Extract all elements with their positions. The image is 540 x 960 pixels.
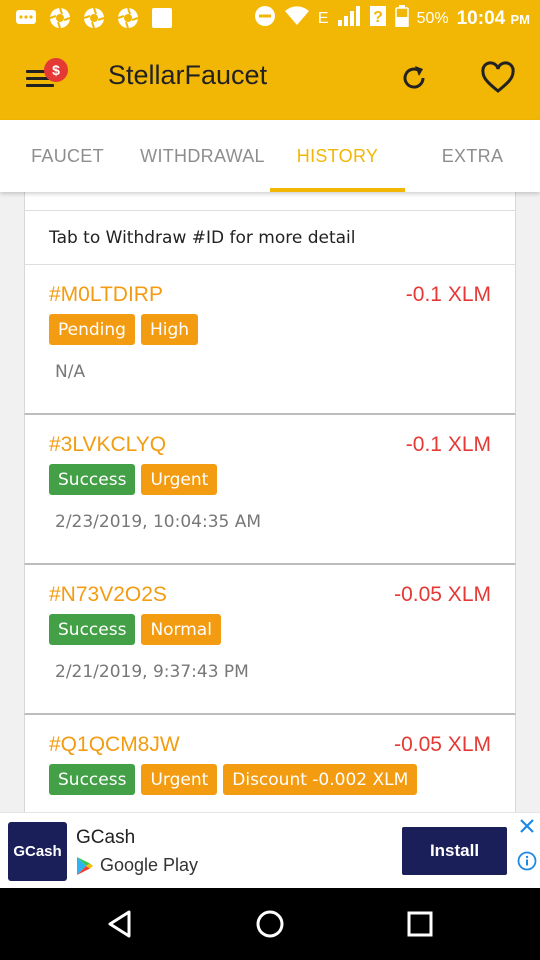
withdraw-date: N/A [55,362,86,382]
history-item[interactable]: #M0LTDIRP -0.1 XLM Pending High N/A [24,265,516,415]
tab-withdrawal[interactable]: WITHDRAWAL [135,120,270,192]
ad-store-name: Google Play [100,855,199,875]
heart-icon [481,61,515,93]
withdraw-id: #M0LTDIRP [49,283,163,306]
history-item[interactable]: #N73V2O2S -0.05 XLM Success Normal 2/21/… [24,565,516,715]
info-icon [517,851,537,871]
home-icon [256,910,284,938]
recents-icon [407,911,433,937]
shutter-notification-icon [82,6,106,30]
withdraw-id: #N73V2O2S [49,583,167,606]
priority-badge: Normal [141,614,221,645]
app-bar: $ StellarFaucet [0,36,540,120]
withdraw-amount: -0.05 XLM [394,583,491,606]
tab-history[interactable]: HISTORY [270,120,405,192]
tab-extra[interactable]: EXTRA [405,120,540,192]
status-badge: Success [49,764,136,795]
back-button[interactable] [102,906,138,942]
clock-time: 10:04 [456,7,506,29]
status-badge: Success [49,614,136,645]
home-button[interactable] [252,906,288,942]
withdraw-date: 2/21/2019, 9:37:43 PM [55,662,249,682]
withdraw-id: #Q1QCM8JW [49,733,180,756]
history-info-text: Tab to Withdraw #ID for more detail [49,228,356,248]
status-badge: Pending [49,314,135,345]
withdraw-amount: -0.1 XLM [405,283,491,306]
signal-icon [337,6,361,31]
network-type: E [317,9,329,27]
list-header-spacer [24,192,516,211]
favorite-button[interactable] [480,60,516,96]
close-icon [520,819,534,833]
tab-indicator [270,188,405,192]
shutter-notification-icon [116,6,140,30]
clock-ampm: PM [510,11,531,27]
ad-app-logo: GCash [8,822,67,881]
history-info-row: Tab to Withdraw #ID for more detail [24,211,516,265]
ad-close-button[interactable] [518,817,536,835]
google-play-icon [77,856,93,875]
priority-badge: High [140,314,199,345]
battery-icon [394,5,409,32]
wifi-icon [284,6,310,31]
clock: 10:04 PM [457,8,530,30]
history-item[interactable]: #Q1QCM8JW -0.05 XLM Success Urgent Disco… [24,715,516,812]
back-icon [108,910,131,938]
app-title: StellarFaucet [108,60,268,90]
tab-bar: FAUCET WITHDRAWAL HISTORY EXTRA [0,120,540,192]
withdraw-amount: -0.05 XLM [394,733,491,756]
blank-notification-icon [150,6,174,30]
withdraw-amount: -0.1 XLM [405,433,491,456]
ad-app-name: GCash [76,827,136,848]
install-button[interactable]: Install [402,827,507,875]
system-nav-bar [0,888,540,960]
discount-badge: Discount -0.002 XLM [223,764,418,795]
ad-banner[interactable]: GCash GCash Google Play Install [0,812,540,888]
status-bar: E ? 50% 10:04 PM [0,0,540,36]
ad-store-label: Google Play [76,855,198,876]
history-list[interactable]: Tab to Withdraw #ID for more detail #M0L… [0,192,540,812]
tab-faucet[interactable]: FAUCET [0,120,135,192]
withdraw-id: #3LVKCLYQ [49,433,167,456]
status-badge: Success [49,464,136,495]
svg-text:?: ? [373,9,383,26]
refresh-icon [403,66,425,89]
unknown-network-icon: ? [369,5,387,32]
ad-info-button[interactable] [517,851,537,871]
dnd-icon [254,5,276,32]
notification-badge: $ [44,58,68,82]
priority-badge: Urgent [141,464,218,495]
messages-notification-icon [14,6,38,30]
recents-button[interactable] [402,906,438,942]
priority-badge: Urgent [141,764,218,795]
history-item[interactable]: #3LVKCLYQ -0.1 XLM Success Urgent 2/23/2… [24,415,516,565]
refresh-button[interactable] [398,62,430,94]
shutter-notification-icon [48,6,72,30]
battery-percent: 50% [416,9,449,27]
withdraw-date: 2/23/2019, 10:04:35 AM [55,512,262,532]
